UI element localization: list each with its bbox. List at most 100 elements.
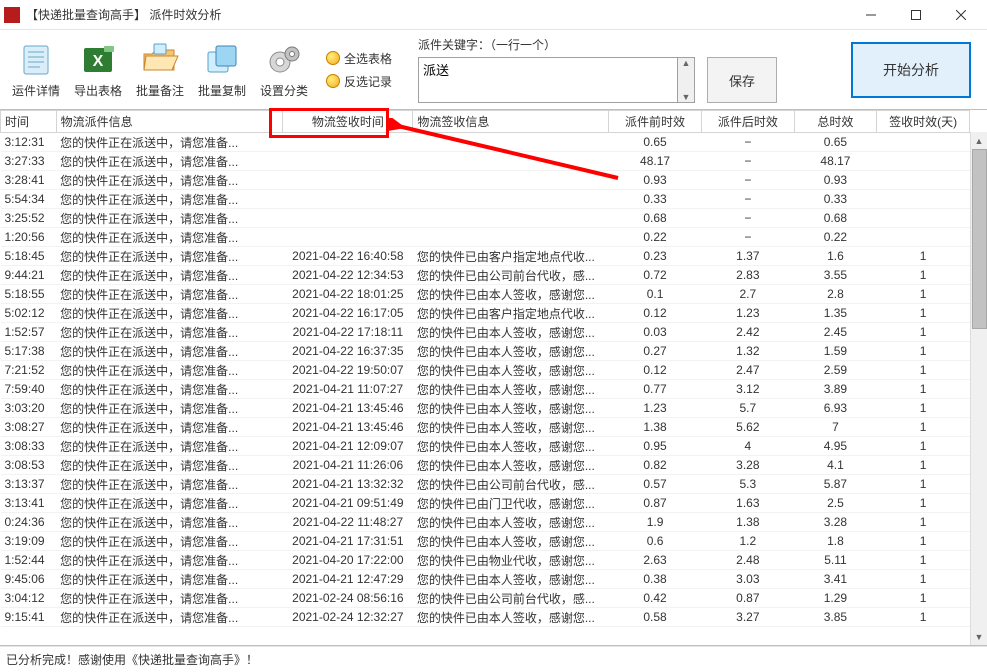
save-button[interactable]: 保存 (707, 57, 777, 103)
table-row[interactable]: 5:18:55您的快件正在派送中，请您准备...2021-04-22 18:01… (1, 285, 970, 304)
cell-pre-duration: 0.22 (609, 228, 702, 247)
cell-sign-days: 1 (877, 475, 970, 494)
col-sign-info[interactable]: 物流签收信息 (413, 111, 609, 133)
select-all-button[interactable]: 全选表格 (326, 50, 392, 67)
table-body: 3:12:31您的快件正在派送中，请您准备...0.65−0.653:27:33… (1, 133, 970, 627)
cell-sign-time: 2021-04-21 12:09:07 (283, 437, 413, 456)
cell-sign-info (413, 209, 609, 228)
minimize-button[interactable] (848, 0, 893, 30)
scroll-thumb[interactable] (972, 149, 987, 329)
cell-total-duration: 3.55 (794, 266, 876, 285)
table-row[interactable]: 3:03:20您的快件正在派送中，请您准备...2021-04-21 13:45… (1, 399, 970, 418)
table-row[interactable]: 3:08:33您的快件正在派送中，请您准备...2021-04-21 12:09… (1, 437, 970, 456)
cell-time: 9:45:06 (1, 570, 57, 589)
table-row[interactable]: 3:25:52您的快件正在派送中，请您准备...0.68−0.68 (1, 209, 970, 228)
cell-time: 5:02:12 (1, 304, 57, 323)
cell-total-duration: 1.8 (794, 532, 876, 551)
col-sign-days[interactable]: 签收时效(天) (877, 111, 970, 133)
cell-time: 7:21:52 (1, 361, 57, 380)
document-icon (16, 40, 56, 80)
table-row[interactable]: 7:21:52您的快件正在派送中，请您准备...2021-04-22 19:50… (1, 361, 970, 380)
cell-total-duration: 2.8 (794, 285, 876, 304)
toolbar-category-button[interactable]: 设置分类 (256, 40, 312, 99)
cell-pre-duration: 0.72 (609, 266, 702, 285)
table-row[interactable]: 1:52:44您的快件正在派送中，请您准备...2021-04-20 17:22… (1, 551, 970, 570)
cell-dispatch-info: 您的快件正在派送中，请您准备... (56, 494, 283, 513)
cell-post-duration: 5.62 (701, 418, 794, 437)
cell-sign-days: 1 (877, 494, 970, 513)
cell-sign-info: 您的快件已由物业代收，感谢您... (413, 551, 609, 570)
table-row[interactable]: 9:15:41您的快件正在派送中，请您准备...2021-02-24 12:32… (1, 608, 970, 627)
cell-total-duration: 3.41 (794, 570, 876, 589)
cell-sign-days: 1 (877, 247, 970, 266)
cell-total-duration: 0.68 (794, 209, 876, 228)
table-row[interactable]: 3:13:41您的快件正在派送中，请您准备...2021-04-21 09:51… (1, 494, 970, 513)
toolbar-detail-button[interactable]: 运件详情 (8, 40, 64, 99)
toolbar-category-label: 设置分类 (260, 82, 308, 99)
cell-sign-time: 2021-04-22 17:18:11 (283, 323, 413, 342)
col-pre-duration[interactable]: 派件前时效 (609, 111, 702, 133)
cell-total-duration: 0.33 (794, 190, 876, 209)
table-row[interactable]: 3:19:09您的快件正在派送中，请您准备...2021-04-21 17:31… (1, 532, 970, 551)
keyword-input[interactable] (418, 57, 678, 103)
table-row[interactable]: 7:59:40您的快件正在派送中，请您准备...2021-04-21 11:07… (1, 380, 970, 399)
cell-total-duration: 3.89 (794, 380, 876, 399)
cell-dispatch-info: 您的快件正在派送中，请您准备... (56, 399, 283, 418)
table-row[interactable]: 5:17:38您的快件正在派送中，请您准备...2021-04-22 16:37… (1, 342, 970, 361)
table-row[interactable]: 3:13:37您的快件正在派送中，请您准备...2021-04-21 13:32… (1, 475, 970, 494)
col-post-duration[interactable]: 派件后时效 (701, 111, 794, 133)
col-total-duration[interactable]: 总时效 (794, 111, 876, 133)
table-row[interactable]: 1:52:57您的快件正在派送中，请您准备...2021-04-22 17:18… (1, 323, 970, 342)
table-row[interactable]: 5:02:12您的快件正在派送中，请您准备...2021-04-22 16:17… (1, 304, 970, 323)
table-row[interactable]: 0:24:36您的快件正在派送中，请您准备...2021-04-22 11:48… (1, 513, 970, 532)
cell-time: 3:08:53 (1, 456, 57, 475)
table-row[interactable]: 3:08:53您的快件正在派送中，请您准备...2021-04-21 11:26… (1, 456, 970, 475)
cell-pre-duration: 1.23 (609, 399, 702, 418)
cell-sign-time: 2021-04-22 12:34:53 (283, 266, 413, 285)
invert-select-button[interactable]: 反选记录 (326, 73, 392, 90)
table-row[interactable]: 9:44:21您的快件正在派送中，请您准备...2021-04-22 12:34… (1, 266, 970, 285)
cell-time: 3:25:52 (1, 209, 57, 228)
cell-time: 1:52:44 (1, 551, 57, 570)
table-row[interactable]: 3:08:27您的快件正在派送中，请您准备...2021-04-21 13:45… (1, 418, 970, 437)
col-sign-time[interactable]: 物流签收时间 (283, 111, 413, 133)
cell-sign-info: 您的快件已由本人签收，感谢您... (413, 380, 609, 399)
toolbar-copy-button[interactable]: 批量复制 (194, 40, 250, 99)
analyze-button[interactable]: 开始分析 (851, 42, 971, 98)
table-row[interactable]: 5:54:34您的快件正在派送中，请您准备...0.33−0.33 (1, 190, 970, 209)
col-time[interactable]: 时间 (1, 111, 57, 133)
table-row[interactable]: 9:45:06您的快件正在派送中，请您准备...2021-04-21 12:47… (1, 570, 970, 589)
cell-dispatch-info: 您的快件正在派送中，请您准备... (56, 285, 283, 304)
cell-sign-info: 您的快件已由本人签收，感谢您... (413, 608, 609, 627)
cell-dispatch-info: 您的快件正在派送中，请您准备... (56, 570, 283, 589)
cell-dispatch-info: 您的快件正在派送中，请您准备... (56, 342, 283, 361)
cell-sign-time: 2021-04-22 16:17:05 (283, 304, 413, 323)
col-dispatch-info[interactable]: 物流派件信息 (56, 111, 283, 133)
cell-pre-duration: 0.12 (609, 304, 702, 323)
table-row[interactable]: 1:20:56您的快件正在派送中，请您准备...0.22−0.22 (1, 228, 970, 247)
cell-sign-days: 1 (877, 437, 970, 456)
cell-dispatch-info: 您的快件正在派送中，请您准备... (56, 437, 283, 456)
cell-total-duration: 1.29 (794, 589, 876, 608)
vertical-scrollbar[interactable]: ▲ ▼ (970, 132, 987, 645)
cell-post-duration: 2.47 (701, 361, 794, 380)
toolbar-remark-button[interactable]: 批量备注 (132, 40, 188, 99)
close-button[interactable] (938, 0, 983, 30)
cell-pre-duration: 0.27 (609, 342, 702, 361)
maximize-button[interactable] (893, 0, 938, 30)
cell-sign-info: 您的快件已由本人签收，感谢您... (413, 532, 609, 551)
table-row[interactable]: 3:28:41您的快件正在派送中，请您准备...0.93−0.93 (1, 171, 970, 190)
toolbar-remark-label: 批量备注 (136, 82, 184, 99)
toolbar-copy-label: 批量复制 (198, 82, 246, 99)
table-row[interactable]: 5:18:45您的快件正在派送中，请您准备...2021-04-22 16:40… (1, 247, 970, 266)
cell-dispatch-info: 您的快件正在派送中，请您准备... (56, 171, 283, 190)
invert-select-label: 反选记录 (344, 73, 392, 90)
table-row[interactable]: 3:27:33您的快件正在派送中，请您准备...48.17−48.17 (1, 152, 970, 171)
keyword-scrollbar[interactable]: ▲ ▼ (678, 57, 695, 103)
table-row[interactable]: 3:04:12您的快件正在派送中，请您准备...2021-02-24 08:56… (1, 589, 970, 608)
cell-sign-time (283, 228, 413, 247)
cell-sign-days: 1 (877, 532, 970, 551)
toolbar-export-button[interactable]: X 导出表格 (70, 40, 126, 99)
cell-total-duration: 2.59 (794, 361, 876, 380)
table-row[interactable]: 3:12:31您的快件正在派送中，请您准备...0.65−0.65 (1, 133, 970, 152)
